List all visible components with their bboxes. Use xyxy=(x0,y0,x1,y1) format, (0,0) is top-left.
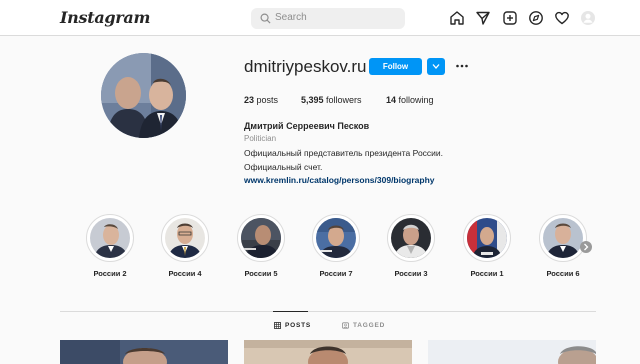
post-thumbnail[interactable] xyxy=(428,340,596,364)
following-label: following xyxy=(398,95,434,105)
activity-heart-icon[interactable] xyxy=(554,10,570,26)
highlight-label: России 2 xyxy=(93,269,127,278)
post-thumbnail[interactable] xyxy=(244,340,412,364)
tab-posts-label: POSTS xyxy=(285,322,312,329)
highlight-cover xyxy=(539,214,587,262)
direct-icon[interactable] xyxy=(475,10,491,26)
suggested-dropdown-button[interactable] xyxy=(427,58,445,75)
highlight-cover xyxy=(312,214,360,262)
profile-full-name: Дмитрий Серреевич Песков xyxy=(244,121,370,131)
search-placeholder: Search xyxy=(275,12,307,23)
highlight-cover xyxy=(86,214,134,262)
tabs-divider xyxy=(60,311,596,312)
instagram-logo[interactable]: Instagram xyxy=(60,8,150,27)
profile-bio-line: Официальный представитель президента Рос… xyxy=(244,148,444,158)
posts-count: 23 xyxy=(244,95,255,105)
story-highlight[interactable]: России 3 xyxy=(381,214,441,278)
highlight-label: России 3 xyxy=(394,269,428,278)
highlight-label: России 5 xyxy=(244,269,278,278)
highlight-label: России 1 xyxy=(470,269,504,278)
chevron-right-icon xyxy=(584,243,589,251)
story-highlight[interactable]: России 1 xyxy=(457,214,517,278)
highlight-cover xyxy=(463,214,511,262)
explore-icon[interactable] xyxy=(528,10,544,26)
chevron-down-icon xyxy=(432,64,440,69)
highlight-cover xyxy=(161,214,209,262)
story-highlight[interactable]: России 4 xyxy=(155,214,215,278)
story-highlight[interactable]: России 7 xyxy=(306,214,366,278)
tab-posts[interactable]: POSTS xyxy=(274,322,311,329)
highlight-label: России 4 xyxy=(168,269,202,278)
highlight-label: России 6 xyxy=(546,269,580,278)
highlights-next-button[interactable] xyxy=(580,241,592,253)
follow-button[interactable]: Follow xyxy=(369,58,422,75)
posts-stat: 23 posts xyxy=(244,95,278,105)
tab-tagged[interactable]: TAGGED xyxy=(342,322,385,329)
home-icon[interactable] xyxy=(449,10,465,26)
active-tab-indicator xyxy=(273,311,308,312)
grid-icon xyxy=(274,322,281,329)
profile-avatar-icon[interactable] xyxy=(580,10,596,26)
new-post-icon[interactable] xyxy=(502,10,518,26)
search-box[interactable]: Search xyxy=(251,8,405,29)
post-thumbnail[interactable] xyxy=(60,340,228,364)
profile-avatar[interactable] xyxy=(101,53,186,138)
following-count: 14 xyxy=(386,95,397,105)
following-stat[interactable]: 14 following xyxy=(386,95,434,105)
more-options-button[interactable] xyxy=(455,60,469,72)
profile-website-link[interactable]: www.kremlin.ru/catalog/persons/309/biogr… xyxy=(244,175,435,185)
profile-bio-line: Официальный счет. xyxy=(244,162,323,172)
profile-username: dmitriypeskov.ru xyxy=(244,57,367,76)
followers-count: 5,395 xyxy=(301,95,324,105)
more-dots-icon xyxy=(456,64,468,68)
followers-stat[interactable]: 5,395 followers xyxy=(301,95,362,105)
followers-label: followers xyxy=(326,95,362,105)
story-highlight[interactable]: России 2 xyxy=(80,214,140,278)
profile-category: Politician xyxy=(244,134,277,143)
top-nav: Instagram Search xyxy=(0,0,640,36)
highlight-cover xyxy=(387,214,435,262)
tab-tagged-label: TAGGED xyxy=(353,322,386,329)
tag-icon xyxy=(342,322,349,329)
posts-label: posts xyxy=(256,95,279,105)
highlight-cover xyxy=(237,214,285,262)
story-highlight[interactable]: России 5 xyxy=(231,214,291,278)
highlight-label: России 7 xyxy=(319,269,353,278)
search-icon xyxy=(260,13,271,24)
